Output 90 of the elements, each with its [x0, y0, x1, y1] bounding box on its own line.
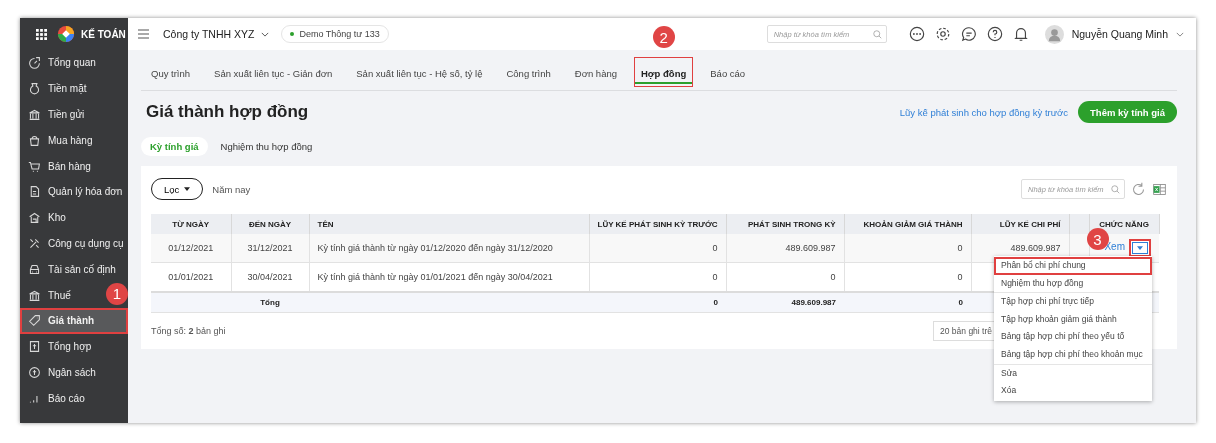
refresh-icon[interactable]	[1131, 181, 1146, 197]
menu-item-icon	[28, 159, 41, 173]
total-cell: 0	[713, 298, 718, 307]
chevron-down-icon	[1176, 31, 1184, 37]
table-cell: 489.609.987	[1010, 243, 1061, 253]
caret-icon	[184, 187, 191, 191]
table-cell: 0	[957, 243, 963, 253]
sidebar-item[interactable]: Tài sản cố định	[20, 256, 120, 283]
menu-item-icon	[28, 365, 41, 379]
app-grid-icon[interactable]	[36, 28, 47, 40]
help-icon[interactable]	[986, 26, 1003, 42]
menu-item[interactable]: Bảng tập hợp chi phí theo khoản mục	[994, 345, 1152, 364]
menu-item-icon	[28, 108, 41, 121]
page-title: Giá thành hợp đồng	[146, 102, 309, 122]
sidebar-item[interactable]: Công cụ dụng cụ	[20, 230, 128, 257]
spreadsheet-icon[interactable]	[1152, 181, 1167, 197]
table-cell: Kỳ tính giá thành từ ngày 01/01/2021 đến ngày 30/04/2021	[317, 272, 553, 282]
menu-item[interactable]: Tập hợp chi phí trực tiếp	[994, 293, 1152, 311]
table-cell: 01/12/2021	[168, 243, 214, 253]
menu-item-icon	[28, 56, 41, 70]
column-header: LŨY KẾ CHI PHÍ	[971, 214, 1069, 234]
menu-item[interactable]: Phân bổ chi phí chung	[994, 257, 1152, 275]
menu-item-icon	[28, 288, 41, 302]
column-header: TÊN	[309, 214, 589, 234]
menu-item-icon	[28, 211, 41, 225]
company-selector[interactable]: Công ty TNHH XYZ	[163, 28, 270, 40]
menu-item-icon	[28, 185, 41, 199]
table-cell: 01/01/2021	[168, 272, 214, 282]
table-cell: 489.609.987	[785, 243, 836, 253]
step-number-badge: 1	[106, 282, 128, 305]
total-cell: 0	[958, 298, 963, 307]
record-count: Tổng số: 2 bản ghi	[151, 326, 226, 336]
menu-item-icon	[28, 262, 41, 276]
column-header: ĐẾN NGÀY	[231, 214, 309, 234]
more-icon[interactable]	[908, 26, 925, 42]
menu-item-icon	[28, 82, 41, 96]
tab[interactable]: Đơn hàng	[564, 50, 627, 90]
menu-item-icon	[28, 133, 41, 147]
sidebar-item[interactable]: Kho	[20, 204, 70, 231]
sidebar-item[interactable]: Ngân sách	[20, 359, 100, 386]
menu-item-icon	[28, 236, 41, 250]
logo-icon	[57, 25, 75, 43]
table-cell: 0	[712, 243, 718, 253]
menu-item-icon	[28, 314, 41, 328]
settings-icon[interactable]	[934, 26, 951, 42]
caret-icon	[1137, 246, 1143, 250]
column-header: PHÁT SINH TRONG KỲ	[726, 214, 844, 234]
sidebar-item[interactable]: Quản lý hóa đơn	[20, 179, 127, 205]
tab[interactable]: Sản xuất liên tục - Giản đơn	[204, 50, 343, 90]
sidebar-item[interactable]: Tiền mặt	[20, 75, 91, 102]
table-cell: 0	[712, 272, 718, 282]
tab[interactable]: Sản xuất liên tục - Hệ số, tỷ lệ	[346, 50, 493, 90]
sub-tab[interactable]: Kỳ tính giá	[141, 136, 208, 156]
table-cell: 0	[830, 272, 836, 282]
view-link[interactable]: Xem	[1104, 241, 1125, 253]
total-label: Tổng	[260, 298, 280, 307]
chat-icon[interactable]	[960, 26, 977, 42]
sidebar-item[interactable]: Thuế	[20, 282, 75, 308]
sidebar-item[interactable]: Tiền gửi	[20, 101, 89, 128]
sidebar-item[interactable]: Báo cáo	[20, 385, 89, 412]
sidebar-item[interactable]: Tổng quan	[20, 50, 100, 76]
previous-period-link[interactable]: Lũy kế phát sinh cho hợp đồng kỳ trước	[899, 106, 1069, 118]
column-header: KHOẢN GIẢM GIÁ THÀNH	[844, 214, 971, 234]
tab[interactable]: Quy trình	[141, 50, 201, 90]
menu-item[interactable]: Nghiệm thu hợp đồng	[994, 274, 1152, 293]
brand-name: KẾ TOÁN	[81, 28, 126, 40]
total-cell: 489.609.987	[791, 298, 836, 307]
sidebar-item[interactable]: Bán hàng	[20, 153, 95, 179]
user-menu[interactable]: Nguyễn Quang Minh	[1071, 28, 1184, 40]
notification-icon[interactable]	[1012, 26, 1029, 42]
table-cell: 30/04/2021	[247, 272, 293, 282]
sidebar-item[interactable]: Mua hàng	[20, 127, 97, 154]
column-header: CHỨC NĂNG	[1089, 214, 1159, 234]
column-header: TỪ NGÀY	[151, 214, 231, 234]
sidebar-item[interactable]: Tổng hợp	[20, 333, 96, 360]
menu-item[interactable]: Sửa	[994, 364, 1152, 383]
table-cell: 0	[957, 272, 963, 282]
sub-tab[interactable]: Nghiệm thu hợp đồng	[211, 136, 322, 156]
filter-button[interactable]: Lọc	[151, 178, 204, 200]
chevron-down-icon	[261, 31, 270, 37]
column-header: LŨY KẾ PHÁT SINH KỲ TRƯỚC	[589, 214, 726, 234]
menu-item[interactable]: Xóa	[994, 382, 1152, 400]
menu-item-icon	[28, 340, 41, 354]
tab[interactable]: Báo cáo	[700, 50, 756, 90]
actions-dropdown-button[interactable]	[1129, 239, 1151, 257]
table-cell: Kỳ tính giá thành từ ngày 01/12/2020 đến ngày 31/12/2020	[317, 243, 553, 253]
table-cell: 31/12/2021	[247, 243, 293, 253]
avatar-icon[interactable]	[1044, 24, 1064, 44]
tab[interactable]: Công trình	[496, 50, 561, 90]
period-label: Năm nay	[212, 183, 251, 195]
